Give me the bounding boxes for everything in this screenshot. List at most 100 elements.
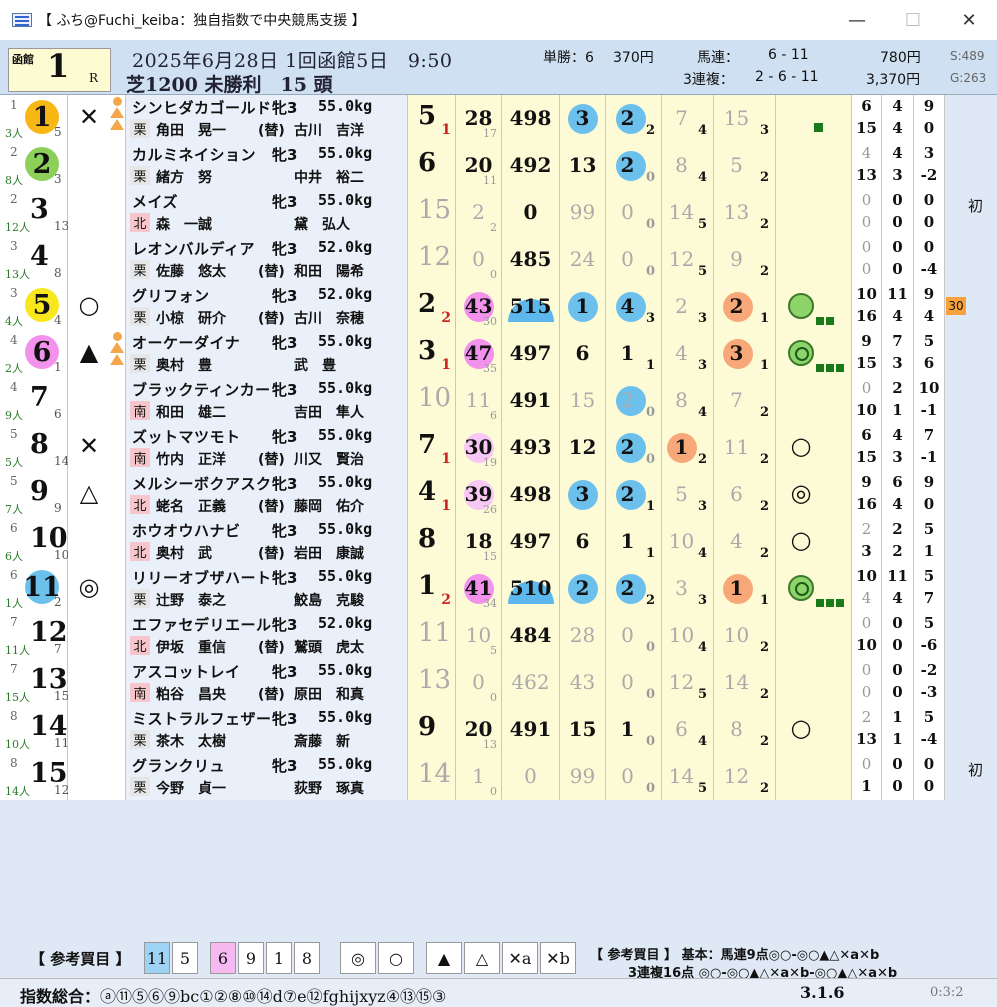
prediction-mark: ○ [78, 291, 100, 319]
mark-cell[interactable] [68, 189, 126, 236]
pick-a-2[interactable]: 5 [172, 942, 198, 974]
mark-cell[interactable] [68, 612, 126, 659]
mark-cell[interactable] [68, 706, 126, 753]
horse-row[interactable]: 6 11 1人 2 ◎ リリーオブザハート 牝3 55.0kg 栗 辻野 泰之 … [0, 565, 945, 612]
index-rank: 3 [418, 336, 437, 366]
mark-xa[interactable]: ✕a [502, 942, 538, 974]
mark-cell[interactable]: ○ [68, 283, 126, 330]
mark-cell[interactable] [68, 142, 126, 189]
horse-info-cell[interactable]: グリフォン 牝3 52.0kg 栗 小椋 研介 (替) 古川 奈穂 [126, 283, 408, 330]
mark-cell[interactable]: ◎ [68, 565, 126, 612]
rating-cell [776, 142, 852, 189]
index-rank: 9 [418, 712, 437, 742]
stable-badge: 栗 [130, 777, 150, 796]
horse-info-cell[interactable]: ブラックティンカー 牝3 55.0kg 南 和田 雄二 吉田 隼人 [126, 377, 408, 424]
horse-info-cell[interactable]: メルシーボクアスク 牝3 55.0kg 北 蛯名 正義 (替) 藤岡 佑介 [126, 471, 408, 518]
jockey-change: (替) [258, 546, 285, 562]
horse-row[interactable]: 7 13 15人 15 アスコットレイ 牝3 55.0kg 南 粕谷 昌央 (替… [0, 659, 945, 706]
odds-cell: 30 19 [456, 424, 502, 471]
horse-info-cell[interactable]: リリーオブザハート 牝3 55.0kg 栗 辻野 泰之 鮫島 克駿 [126, 565, 408, 612]
stat-y-top: 1 [892, 708, 903, 726]
stat-y-top: 0 [892, 755, 903, 773]
mark-cell[interactable] [68, 377, 126, 424]
index-d: 5 [730, 153, 743, 177]
mark-cell[interactable] [68, 518, 126, 565]
horse-number: 5 [32, 289, 52, 321]
close-button[interactable]: ✕ [941, 0, 997, 40]
carry-weight: 55.0kg [318, 520, 373, 538]
odds-cell: 41 34 [456, 565, 502, 612]
mark-cell[interactable]: ▲ [68, 330, 126, 377]
horse-number: 4 [30, 241, 49, 272]
horse-row[interactable]: 8 14 10人 11 ミストラルフェザー 牝3 55.0kg 栗 茶木 太樹 … [0, 706, 945, 753]
pick-a-1[interactable]: 11 [144, 942, 170, 974]
rank-cell: 7 1 [408, 424, 456, 471]
mark-cell[interactable] [68, 236, 126, 283]
horse-row[interactable]: 5 9 7人 9 △ メルシーボクアスク 牝3 55.0kg 北 蛯名 正義 (… [0, 471, 945, 518]
horse-info-cell[interactable]: メイズ 牝3 55.0kg 北 森 一誠 黛 弘人 [126, 189, 408, 236]
horse-row[interactable]: 6 10 6人 10 ホウオウハナビ 牝3 55.0kg 北 奥村 武 (替) … [0, 518, 945, 565]
number-cell: 5 8 5人 14 [0, 424, 69, 471]
stat-z-top: 5 [923, 708, 935, 726]
pick-b-2[interactable]: 9 [238, 942, 264, 974]
horse-row[interactable]: 3 4 13人 8 レオンバルディア 牝3 52.0kg 栗 佐藤 悠太 (替)… [0, 236, 945, 283]
sex-age: 牝3 [272, 616, 298, 634]
jockey-name: 佐藤 悠太 [156, 264, 226, 280]
horse-row[interactable]: 4 6 2人 1 ▲ オーケーダイナ 牝3 55.0kg 栗 奥村 豊 武 豊 … [0, 330, 945, 377]
stat-x-top: 0 [861, 661, 872, 679]
stat-y-cell: 0 0 [882, 753, 914, 800]
horse-row[interactable]: 4 7 9人 6 ブラックティンカー 牝3 55.0kg 南 和田 雄二 吉田 … [0, 377, 945, 424]
mark-black-triangle[interactable]: ▲ [426, 942, 462, 974]
stat-y-bottom: 3 [892, 354, 903, 372]
stat-y-cell: 1 1 [882, 706, 914, 753]
mark-cell[interactable]: △ [68, 471, 126, 518]
horse-info-cell[interactable]: ホウオウハナビ 牝3 55.0kg 北 奥村 武 (替) 岩田 康誠 [126, 518, 408, 565]
pick-b-3[interactable]: 1 [266, 942, 292, 974]
rating-cell [776, 283, 852, 330]
prediction-mark [74, 760, 104, 790]
mark-xb[interactable]: ✕b [540, 942, 576, 974]
mark-cell[interactable]: ✕ [68, 424, 126, 471]
stat-x-cell: 4 13 [852, 142, 882, 189]
horse-row[interactable]: 2 3 12人 13 メイズ 牝3 55.0kg 北 森 一誠 黛 弘人 15 … [0, 189, 983, 236]
mark-double-circle[interactable]: ◎ [340, 942, 376, 974]
stat-x-cell: 9 15 [852, 330, 882, 377]
stat-x-bottom: 15 [856, 448, 877, 466]
horse-info-cell[interactable]: エファセデリエール 牝3 52.0kg 北 伊坂 重信 (替) 鷲頭 虎太 [126, 612, 408, 659]
odds-sub: 2 [490, 221, 497, 234]
jockey-name: 小椋 研介 [156, 311, 226, 327]
stable-badge: 北 [130, 636, 150, 655]
pick-b-1[interactable]: 6 [210, 942, 236, 974]
horse-info-cell[interactable]: アスコットレイ 牝3 55.0kg 南 粕谷 昌央 (替) 原田 和真 [126, 659, 408, 706]
horse-info-cell[interactable]: レオンバルディア 牝3 52.0kg 栗 佐藤 悠太 (替) 和田 陽希 [126, 236, 408, 283]
horse-row[interactable]: 7 12 11人 7 エファセデリエール 牝3 52.0kg 北 伊坂 重信 (… [0, 612, 945, 659]
horse-info-cell[interactable]: グランクリュ 牝3 55.0kg 栗 今野 貞一 荻野 琢真 [126, 753, 408, 800]
mark-cell[interactable]: ✕ [68, 95, 126, 142]
index-a: 15 [569, 388, 596, 412]
horse-info-cell[interactable]: カルミネイション 牝3 55.0kg 栗 緒方 努 中井 裕二 [126, 142, 408, 189]
maximize-button[interactable]: ☐ [885, 0, 941, 40]
index-b-sub: 0 [645, 640, 655, 655]
mark-cell[interactable] [68, 659, 126, 706]
horse-row[interactable]: 3 5 4人 4 ○ グリフォン 牝3 52.0kg 栗 小椋 研介 (替) 古… [0, 283, 966, 330]
stat-z-cell: 9 0 [914, 471, 945, 518]
jockey-change: (替) [258, 264, 285, 280]
mark-circle[interactable]: ○ [378, 942, 414, 974]
number-cell: 3 4 13人 8 [0, 236, 68, 283]
mark-triangle[interactable]: △ [464, 942, 500, 974]
horse-info-cell[interactable]: シンヒダカゴールド 牝3 55.0kg 栗 角田 晃一 (替) 古川 吉洋 [126, 95, 408, 142]
index-rank-sub: 1 [441, 357, 451, 373]
stat-x-cell: 10 16 [852, 283, 882, 330]
horse-info-cell[interactable]: ミストラルフェザー 牝3 55.0kg 栗 茶木 太樹 斎藤 新 [126, 706, 408, 753]
pick-b-4[interactable]: 8 [294, 942, 320, 974]
horse-info-cell[interactable]: オーケーダイナ 牝3 55.0kg 栗 奥村 豊 武 豊 [126, 330, 408, 377]
horse-info-cell[interactable]: ズットマツモト 牝3 55.0kg 南 竹内 正洋 (替) 川又 賢治 [126, 424, 408, 471]
horse-row[interactable]: 8 15 14人 12 グランクリュ 牝3 55.0kg 栗 今野 貞一 荻野 … [0, 753, 983, 800]
minimize-button[interactable]: — [829, 0, 885, 40]
mark-cell[interactable] [68, 753, 126, 800]
horse-row[interactable]: 1 1 3人 5 ✕ シンヒダカゴールド 牝3 55.0kg 栗 角田 晃一 (… [0, 95, 945, 142]
horse-row[interactable]: 2 2 8人 3 カルミネイション 牝3 55.0kg 栗 緒方 努 中井 裕二… [0, 142, 945, 189]
popularity: 15人 [5, 691, 30, 704]
carry-weight: 55.0kg [318, 567, 373, 585]
horse-row[interactable]: 5 8 5人 14 ✕ ズットマツモト 牝3 55.0kg 南 竹内 正洋 (替… [0, 424, 945, 471]
